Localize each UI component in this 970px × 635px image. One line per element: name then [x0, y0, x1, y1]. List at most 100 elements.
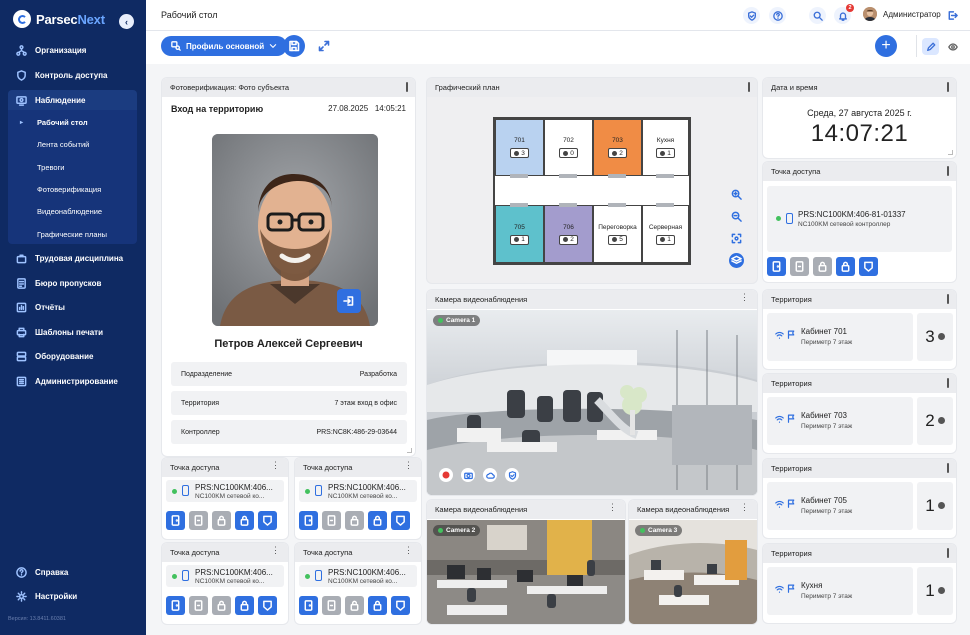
drag-handle-icon[interactable] [406, 82, 408, 92]
logout-button[interactable] [947, 10, 958, 21]
normal-mode-button[interactable] [212, 511, 231, 530]
widget-header[interactable]: Территория [763, 459, 956, 478]
widget-header[interactable]: Точка доступа ⋮ [162, 543, 288, 562]
shield-status-button[interactable] [743, 7, 760, 24]
room[interactable]: 702 0 [544, 119, 593, 176]
block-button[interactable] [368, 511, 387, 530]
snapshot-button[interactable] [461, 468, 475, 482]
room[interactable]: Серверная 1 [642, 205, 689, 263]
unlock-door-button[interactable] [166, 511, 185, 530]
emergency-button[interactable] [859, 257, 878, 276]
fullscreen-button[interactable] [313, 35, 335, 57]
more-icon[interactable]: ⋮ [740, 293, 749, 302]
emergency-button[interactable] [391, 596, 410, 615]
emergency-button[interactable] [258, 511, 277, 530]
sub-item-desktop[interactable]: ▸ Рабочий стол [8, 112, 137, 132]
nav-item-discipline[interactable]: Трудовая дисциплина [8, 248, 137, 268]
drag-handle-icon[interactable] [947, 82, 949, 92]
more-icon[interactable]: ⋮ [608, 503, 617, 512]
lock-door-button[interactable] [790, 257, 809, 276]
user-menu[interactable]: Администратор [863, 7, 941, 21]
camera-feed[interactable]: Camera 1 [427, 310, 757, 495]
search-button[interactable] [809, 7, 826, 24]
camera-feed[interactable]: Camera 3 [629, 520, 757, 624]
lock-door-button[interactable] [189, 596, 208, 615]
drag-handle-icon[interactable] [947, 378, 949, 388]
logo[interactable]: ParsecNext [13, 10, 105, 28]
normal-mode-button[interactable] [212, 596, 231, 615]
lock-door-button[interactable] [322, 511, 341, 530]
widget-header[interactable]: Территория [763, 374, 956, 393]
collapse-sidebar-button[interactable]: ‹ [119, 14, 134, 29]
widget-header[interactable]: Территория [763, 290, 956, 309]
block-button[interactable] [368, 596, 387, 615]
block-button[interactable] [235, 511, 254, 530]
view-mode-button[interactable] [944, 38, 961, 55]
nav-item-organization[interactable]: Организация [8, 40, 137, 60]
lock-door-button[interactable] [322, 596, 341, 615]
verify-button[interactable] [505, 468, 519, 482]
sub-item-alarms[interactable]: Тревоги [8, 157, 137, 177]
nav-item-administration[interactable]: Администрирование [8, 371, 137, 391]
save-layout-button[interactable] [283, 35, 305, 57]
block-button[interactable] [235, 596, 254, 615]
room[interactable]: Кухня 1 [642, 119, 689, 176]
drag-handle-icon[interactable] [947, 294, 949, 304]
room[interactable]: 701 3 [495, 119, 544, 176]
more-icon[interactable]: ⋮ [404, 546, 413, 555]
nav-item-print-templates[interactable]: Шаблоны печати [8, 322, 137, 342]
block-button[interactable] [836, 257, 855, 276]
widget-header[interactable]: Точка доступа ⋮ [295, 458, 421, 477]
drag-handle-icon[interactable] [947, 548, 949, 558]
room[interactable]: 705 1 [495, 205, 544, 263]
normal-mode-button[interactable] [813, 257, 832, 276]
room[interactable]: 706 2 [544, 205, 593, 263]
nav-item-equipment[interactable]: Оборудование [8, 346, 137, 366]
sub-item-event-feed[interactable]: Лента событий [8, 134, 137, 154]
nav-item-pass-bureau[interactable]: Бюро пропусков [8, 273, 137, 293]
sub-item-photo-verification[interactable]: Фотоверификация [8, 179, 137, 199]
fit-view-button[interactable] [729, 231, 744, 246]
widget-header[interactable]: Точка доступа ⋮ [162, 458, 288, 477]
more-icon[interactable]: ⋮ [271, 461, 280, 470]
normal-mode-button[interactable] [345, 511, 364, 530]
widget-header[interactable]: Территория [763, 544, 956, 563]
drag-handle-icon[interactable] [947, 463, 949, 473]
profile-select[interactable]: Профиль основной [161, 36, 288, 56]
unlock-door-button[interactable] [166, 596, 185, 615]
more-icon[interactable]: ⋮ [740, 503, 749, 512]
widget-header[interactable]: Камера видеонаблюдения ⋮ [427, 500, 625, 519]
sub-item-video[interactable]: Видеонаблюдение [8, 201, 137, 221]
more-icon[interactable]: ⋮ [404, 461, 413, 470]
widget-header[interactable]: Точка доступа [763, 162, 956, 181]
widget-header[interactable]: Камера видеонаблюдения ⋮ [629, 500, 757, 519]
camera-feed[interactable]: Camera 2 [427, 520, 625, 624]
edit-mode-button[interactable] [922, 38, 939, 55]
sub-item-plans[interactable]: Графические планы [8, 224, 137, 244]
emergency-button[interactable] [258, 596, 277, 615]
help-button[interactable] [769, 7, 786, 24]
widget-header[interactable]: Фотоверификация: Фото субъекта [162, 78, 415, 97]
room[interactable]: Переговорка 5 [593, 205, 642, 263]
zoom-out-button[interactable] [729, 209, 744, 224]
resize-handle[interactable] [407, 448, 412, 453]
nav-item-surveillance[interactable]: Наблюдение [8, 90, 137, 110]
widget-header[interactable]: Точка доступа ⋮ [295, 543, 421, 562]
widget-header[interactable]: Дата и время [763, 78, 956, 97]
resize-handle[interactable] [948, 150, 953, 155]
unlock-door-button[interactable] [767, 257, 786, 276]
unlock-door-button[interactable] [299, 511, 318, 530]
add-widget-button[interactable]: + [875, 35, 897, 57]
room[interactable]: 703 2 [593, 119, 642, 176]
emergency-button[interactable] [391, 511, 410, 530]
nav-item-reports[interactable]: Отчёты [8, 297, 137, 317]
drag-handle-icon[interactable] [947, 166, 949, 176]
nav-item-help[interactable]: Справка [8, 562, 137, 582]
zoom-in-button[interactable] [729, 187, 744, 202]
more-icon[interactable]: ⋮ [271, 546, 280, 555]
normal-mode-button[interactable] [345, 596, 364, 615]
record-button[interactable] [439, 468, 453, 482]
archive-button[interactable] [483, 468, 497, 482]
drag-handle-icon[interactable] [748, 82, 750, 92]
lock-door-button[interactable] [189, 511, 208, 530]
